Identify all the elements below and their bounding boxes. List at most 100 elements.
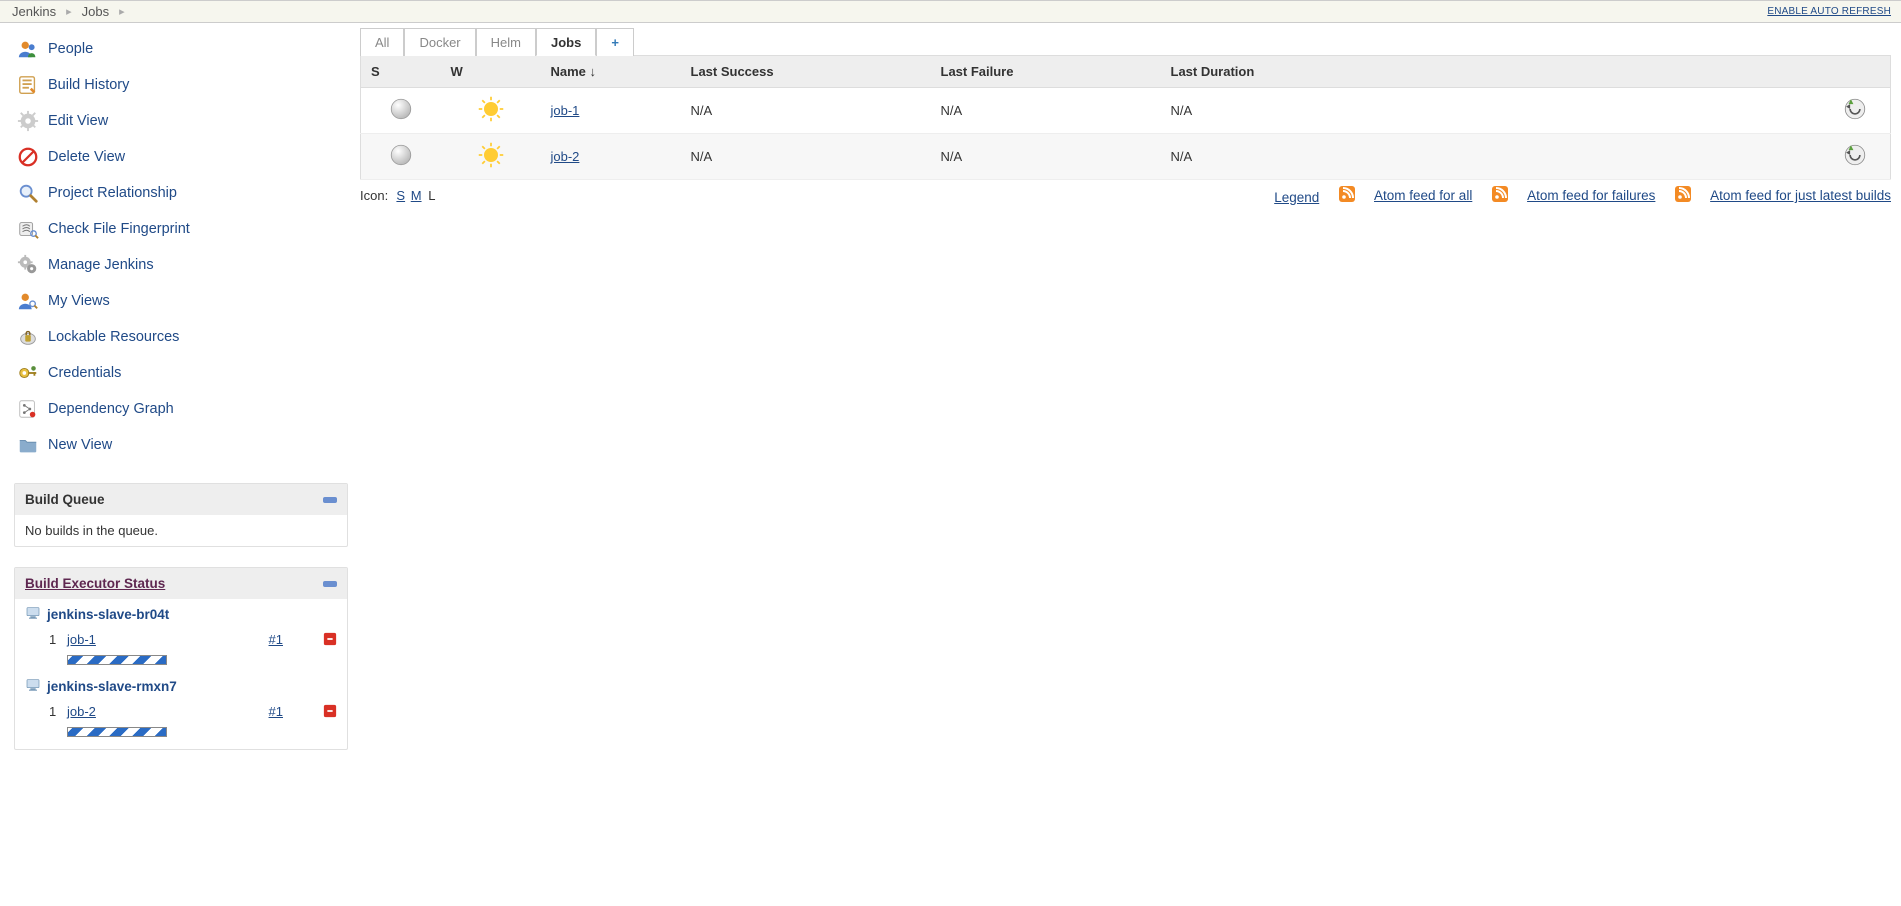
sidebar-item-my-views[interactable]: My Views — [14, 283, 360, 319]
column-header-last-failure[interactable]: Last Failure — [931, 56, 1161, 88]
delete-icon — [16, 145, 40, 169]
weather-icon — [441, 88, 541, 134]
column-header-name[interactable]: Name ↓ — [541, 56, 681, 88]
column-header-last-success[interactable]: Last Success — [681, 56, 931, 88]
tab-helm[interactable]: Helm — [476, 28, 536, 56]
rss-icon — [1675, 186, 1694, 205]
sidebar-item-project-relationship[interactable]: Project Relationship — [14, 175, 360, 211]
folder-icon — [16, 433, 40, 457]
sidebar-item-label[interactable]: Edit View — [48, 113, 108, 129]
sidebar-item-label[interactable]: My Views — [48, 293, 110, 309]
stop-icon[interactable] — [323, 704, 337, 721]
breadcrumb-jenkins[interactable]: Jenkins — [10, 4, 58, 19]
sidebar-item-label[interactable]: People — [48, 41, 93, 57]
sidebar-item-credentials[interactable]: Credentials — [14, 355, 360, 391]
sidebar-item-label[interactable]: Delete View — [48, 149, 125, 165]
column-header-build — [1821, 56, 1891, 88]
manage-icon — [16, 253, 40, 277]
job-name-link[interactable]: job-2 — [551, 149, 580, 164]
rss-icon — [1492, 186, 1511, 205]
myviews-icon — [16, 289, 40, 313]
people-icon — [16, 37, 40, 61]
credentials-icon — [16, 361, 40, 385]
column-header-status[interactable]: S — [361, 56, 441, 88]
sidebar-item-manage-jenkins[interactable]: Manage Jenkins — [14, 247, 360, 283]
search-icon — [16, 181, 40, 205]
sidebar-item-label[interactable]: Build History — [48, 77, 129, 93]
gear-icon — [16, 109, 40, 133]
legend-link[interactable]: Legend — [1274, 190, 1319, 205]
progress-bar — [67, 727, 167, 737]
last-success-value: N/A — [681, 88, 931, 134]
stop-icon[interactable] — [323, 632, 337, 649]
tab-bar: All Docker Helm Jobs + — [360, 27, 1891, 55]
depgraph-icon — [16, 397, 40, 421]
status-icon — [361, 88, 441, 134]
history-icon — [16, 73, 40, 97]
tab-new-view[interactable]: + — [596, 28, 634, 56]
sidebar-item-new-view[interactable]: New View — [14, 427, 360, 463]
sidebar-item-people[interactable]: People — [14, 31, 360, 67]
tab-docker[interactable]: Docker — [404, 28, 475, 56]
collapse-icon[interactable] — [323, 581, 337, 587]
atom-latest-link[interactable]: Atom feed for just latest builds — [1710, 188, 1891, 203]
side-panel: People Build History Edit View Delete Vi… — [0, 23, 360, 750]
sidebar-item-label[interactable]: Lockable Resources — [48, 329, 179, 345]
chevron-right-icon: ▸ — [111, 5, 133, 18]
atom-all-link[interactable]: Atom feed for all — [1374, 188, 1472, 203]
tab-all[interactable]: All — [360, 28, 404, 56]
sidebar-item-check-file-fingerprint[interactable]: Check File Fingerprint — [14, 211, 360, 247]
pane-title-link[interactable]: Build Executor Status — [25, 576, 165, 591]
breadcrumbs: Jenkins ▸ Jobs ▸ — [10, 4, 133, 19]
executor-build-link[interactable]: #1 — [269, 632, 283, 647]
column-header-last-duration[interactable]: Last Duration — [1161, 56, 1821, 88]
build-executor-pane: Build Executor Status jenkins-slave-br04… — [14, 567, 348, 750]
main-panel: All Docker Helm Jobs + S W Name ↓ Last S… — [360, 23, 1901, 750]
build-now-button[interactable] — [1821, 134, 1891, 180]
sidebar-item-delete-view[interactable]: Delete View — [14, 139, 360, 175]
sidebar-item-label[interactable]: Dependency Graph — [48, 401, 174, 417]
icon-size-s[interactable]: S — [396, 188, 405, 203]
table-row: job-1 N/A N/A N/A — [361, 88, 1891, 134]
sidebar-item-label[interactable]: New View — [48, 437, 112, 453]
status-icon — [361, 134, 441, 180]
tab-jobs[interactable]: Jobs — [536, 28, 596, 56]
pane-title: Build Queue — [25, 492, 105, 507]
icon-size-row: Icon: S M L — [360, 188, 435, 203]
last-failure-value: N/A — [931, 88, 1161, 134]
icon-size-l: L — [428, 188, 435, 203]
executor-job-link[interactable]: job-2 — [67, 704, 96, 719]
build-now-button[interactable] — [1821, 88, 1891, 134]
breadcrumb-bar: Jenkins ▸ Jobs ▸ ENABLE AUTO REFRESH — [0, 0, 1901, 23]
table-row: job-2 N/A N/A N/A — [361, 134, 1891, 180]
last-duration-value: N/A — [1161, 134, 1821, 180]
task-list: People Build History Edit View Delete Vi… — [0, 31, 360, 463]
sidebar-item-lockable-resources[interactable]: Lockable Resources — [14, 319, 360, 355]
rss-icon — [1339, 186, 1358, 205]
computer-icon — [25, 605, 41, 624]
executor-node-name[interactable]: jenkins-slave-br04t — [47, 607, 169, 622]
collapse-icon[interactable] — [323, 497, 337, 503]
enable-auto-refresh-link[interactable]: ENABLE AUTO REFRESH — [1767, 6, 1891, 17]
weather-icon — [441, 134, 541, 180]
executor-node-name[interactable]: jenkins-slave-rmxn7 — [47, 679, 177, 694]
sidebar-item-dependency-graph[interactable]: Dependency Graph — [14, 391, 360, 427]
sidebar-item-edit-view[interactable]: Edit View — [14, 103, 360, 139]
executor-node[interactable]: jenkins-slave-br04t — [15, 599, 347, 630]
executor-build-link[interactable]: #1 — [269, 704, 283, 719]
last-failure-value: N/A — [931, 134, 1161, 180]
sidebar-item-label[interactable]: Credentials — [48, 365, 121, 381]
sidebar-item-label[interactable]: Project Relationship — [48, 185, 177, 201]
breadcrumb-jobs[interactable]: Jobs — [80, 4, 111, 19]
build-queue-pane: Build Queue No builds in the queue. — [14, 483, 348, 547]
executor-job-link[interactable]: job-1 — [67, 632, 96, 647]
job-table: S W Name ↓ Last Success Last Failure Las… — [360, 55, 1891, 180]
job-name-link[interactable]: job-1 — [551, 103, 580, 118]
executor-node[interactable]: jenkins-slave-rmxn7 — [15, 671, 347, 702]
atom-failures-link[interactable]: Atom feed for failures — [1527, 188, 1655, 203]
column-header-weather[interactable]: W — [441, 56, 541, 88]
sidebar-item-label[interactable]: Check File Fingerprint — [48, 221, 190, 237]
icon-size-m[interactable]: M — [411, 188, 422, 203]
sidebar-item-build-history[interactable]: Build History — [14, 67, 360, 103]
sidebar-item-label[interactable]: Manage Jenkins — [48, 257, 154, 273]
